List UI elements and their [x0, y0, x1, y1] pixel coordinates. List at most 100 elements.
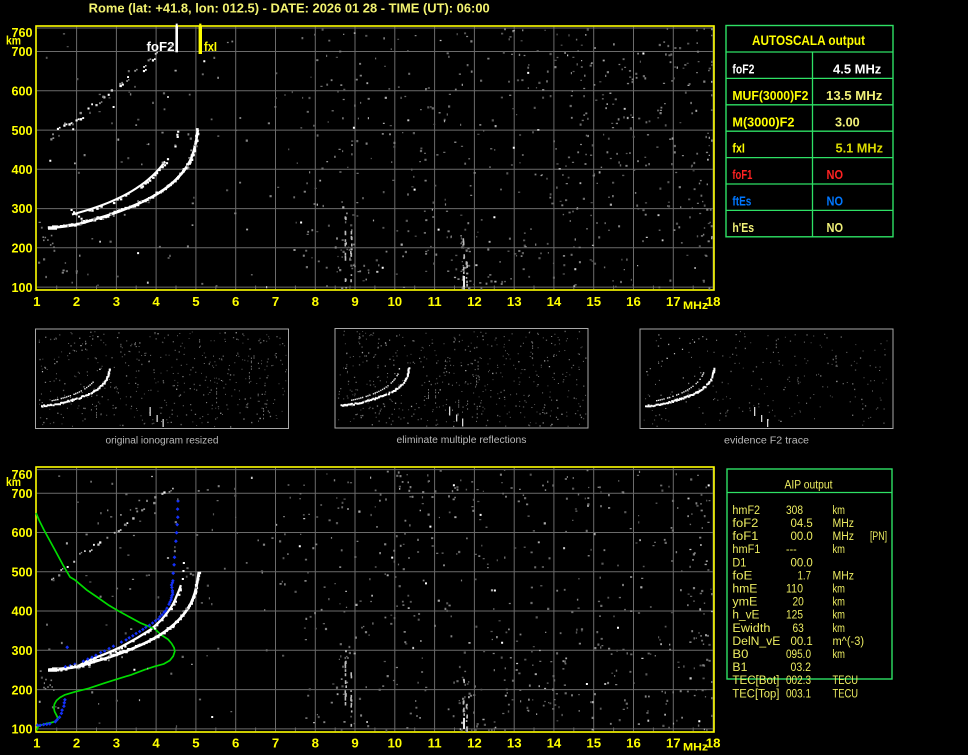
svg-text:200: 200: [12, 682, 33, 697]
svg-text:fxI: fxI: [732, 141, 745, 156]
svg-text:foF2: foF2: [732, 516, 758, 530]
svg-text:6: 6: [232, 735, 239, 750]
svg-text:20: 20: [793, 595, 804, 609]
svg-text:[PN]: [PN]: [870, 529, 887, 543]
svg-text:100: 100: [12, 722, 33, 737]
svg-text:200: 200: [12, 241, 33, 256]
svg-text:300: 300: [12, 201, 33, 216]
svg-text:TECU: TECU: [833, 673, 859, 687]
svg-text:MUF(3000)F2: MUF(3000)F2: [732, 88, 808, 103]
svg-text:foF1: foF1: [732, 529, 758, 543]
svg-text:km: km: [833, 647, 846, 661]
svg-text:km: km: [833, 595, 846, 609]
svg-text:ftEs: ftEs: [732, 194, 751, 209]
svg-text:400: 400: [12, 604, 33, 619]
svg-text:hmE: hmE: [732, 582, 757, 596]
svg-text:5: 5: [192, 294, 199, 309]
svg-text:5: 5: [192, 735, 199, 750]
svg-text:km: km: [833, 503, 846, 517]
svg-text:km: km: [833, 542, 846, 556]
svg-text:NO: NO: [827, 194, 844, 209]
svg-text:D1: D1: [732, 555, 746, 569]
svg-text:4: 4: [152, 735, 160, 750]
svg-text:1: 1: [33, 735, 40, 750]
svg-text:10: 10: [387, 735, 402, 750]
svg-text:10: 10: [387, 294, 402, 309]
svg-text:14: 14: [547, 294, 562, 309]
svg-text:AUTOSCALA output: AUTOSCALA output: [752, 33, 865, 48]
svg-text:003.1: 003.1: [786, 686, 811, 700]
svg-text:km: km: [833, 621, 846, 635]
svg-text:100: 100: [12, 280, 33, 295]
svg-text:eliminate multiple reflections: eliminate multiple reflections: [397, 435, 527, 446]
svg-text:00.0: 00.0: [791, 529, 813, 543]
svg-text:095.0: 095.0: [786, 647, 811, 661]
svg-text:MHz: MHz: [833, 516, 855, 530]
svg-text:308: 308: [786, 503, 803, 517]
svg-text:original ionogram resized: original ionogram resized: [106, 436, 219, 447]
svg-text:300: 300: [12, 643, 33, 658]
svg-text:3.00: 3.00: [835, 114, 860, 129]
svg-text:7: 7: [272, 294, 279, 309]
svg-text:8: 8: [312, 294, 319, 309]
svg-text:8: 8: [312, 735, 319, 750]
svg-text:3: 3: [113, 735, 120, 750]
svg-text:km: km: [833, 608, 846, 622]
svg-text:16: 16: [626, 735, 641, 750]
svg-text:11: 11: [428, 294, 442, 309]
svg-text:h_vE: h_vE: [732, 608, 759, 622]
svg-text:---: ---: [786, 542, 797, 556]
svg-text:600: 600: [12, 84, 33, 99]
svg-text:B1: B1: [732, 660, 747, 674]
svg-text:NO: NO: [827, 220, 844, 235]
svg-text:1.7: 1.7: [798, 568, 812, 582]
svg-text:63: 63: [793, 621, 804, 635]
svg-text:h'Es: h'Es: [732, 220, 754, 235]
svg-text:foE: foE: [732, 568, 752, 582]
svg-text:15: 15: [586, 735, 601, 750]
svg-text:002.3: 002.3: [786, 673, 811, 687]
svg-text:1: 1: [33, 294, 40, 309]
svg-text:12: 12: [467, 735, 482, 750]
svg-text:TECU: TECU: [833, 686, 859, 700]
svg-text:MHz: MHz: [833, 529, 855, 543]
svg-text:2: 2: [73, 735, 80, 750]
svg-text:B0: B0: [732, 647, 748, 661]
svg-text:15: 15: [586, 294, 601, 309]
svg-text:foF2: foF2: [732, 62, 754, 77]
svg-text:AIP output: AIP output: [785, 477, 833, 491]
svg-text:7: 7: [272, 735, 279, 750]
svg-text:3: 3: [113, 294, 120, 309]
svg-text:11: 11: [428, 735, 442, 750]
svg-text:2: 2: [73, 294, 80, 309]
svg-text:125: 125: [786, 608, 803, 622]
svg-text:13: 13: [507, 294, 522, 309]
svg-text:MHz: MHz: [833, 568, 855, 582]
svg-text:03.2: 03.2: [791, 660, 812, 674]
svg-text:6: 6: [232, 294, 239, 309]
svg-text:km: km: [6, 477, 21, 489]
svg-text:Rome (lat: +41.8, lon: 012.5): Rome (lat: +41.8, lon: 012.5) - DATE: 20…: [89, 2, 490, 16]
svg-text:04.5: 04.5: [791, 516, 813, 530]
svg-text:4: 4: [152, 294, 160, 309]
svg-text:16: 16: [626, 294, 641, 309]
svg-text:NO: NO: [827, 167, 844, 182]
svg-text:foF2: foF2: [147, 39, 175, 54]
svg-text:Ewidth: Ewidth: [732, 621, 770, 635]
svg-text:9: 9: [351, 735, 358, 750]
svg-text:13.5 MHz: 13.5 MHz: [826, 88, 883, 103]
svg-text:MHz: MHz: [683, 741, 709, 753]
svg-text:km: km: [6, 36, 21, 48]
svg-text:17: 17: [666, 294, 681, 309]
svg-text:17: 17: [666, 735, 681, 750]
svg-text:400: 400: [12, 162, 33, 177]
svg-text:evidence F2 trace: evidence F2 trace: [724, 436, 809, 447]
svg-text:110: 110: [786, 582, 803, 596]
svg-text:4.5 MHz: 4.5 MHz: [833, 62, 882, 77]
svg-text:DelN_vE: DelN_vE: [732, 634, 780, 648]
svg-text:foF1: foF1: [732, 167, 752, 182]
svg-text:TEC[Top]: TEC[Top]: [732, 686, 779, 700]
svg-text:500: 500: [12, 565, 33, 580]
svg-text:hmF1: hmF1: [732, 542, 760, 556]
svg-text:km: km: [833, 582, 846, 596]
